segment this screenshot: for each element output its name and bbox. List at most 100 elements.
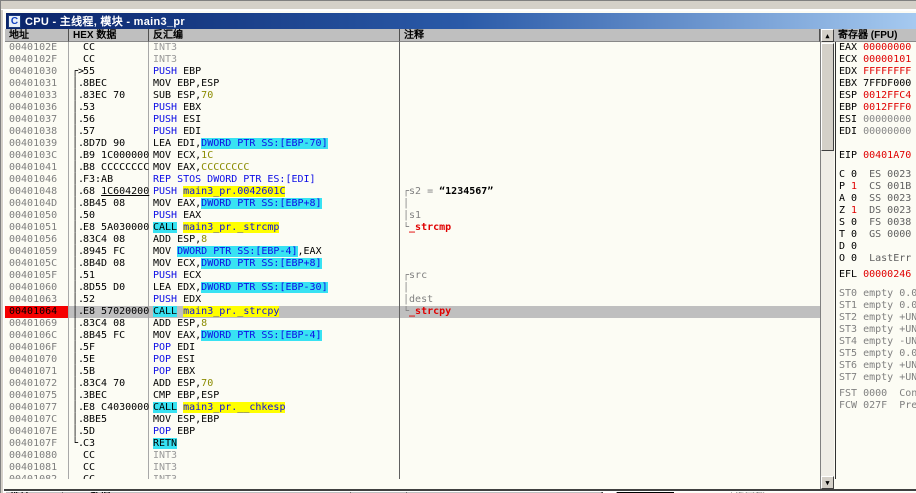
disasm-row[interactable]: 0040106C│.8B45 FCMOV EAX,DWORD PTR SS:[E… <box>5 330 820 342</box>
disasm-row[interactable]: 00401039│.8D7D 90LEA EDI,DWORD PTR SS:[E… <box>5 138 820 150</box>
disasm-row[interactable]: 00401037│.56PUSH ESI <box>5 114 820 126</box>
address-cell: 00401031 <box>5 78 69 90</box>
hex-bytes-cell: 56 <box>83 114 149 126</box>
disassembly-cell: POP ESI <box>149 354 400 366</box>
address-cell: 0040102E <box>5 42 69 54</box>
flag-row[interactable]: P 1 CS 001B 3 <box>839 181 916 193</box>
registers-header[interactable]: 寄存器 (FPU) <box>834 29 916 42</box>
fpu-control-row[interactable]: FST 0000 Cond <box>839 388 916 400</box>
register-row[interactable]: ESP 0012FFC4 <box>839 90 916 102</box>
flag-row[interactable]: D 0 <box>839 241 916 253</box>
register-row[interactable]: EBP 0012FFF0 <box>839 102 916 114</box>
hex-bytes-cell: CC <box>83 450 149 462</box>
disasm-row[interactable]: 00401030┌>55PUSH EBP <box>5 66 820 78</box>
column-header-address[interactable]: 地址 <box>5 29 69 42</box>
register-field: LastErr E <box>857 253 916 264</box>
flag-row[interactable]: S 0 FS 0038 3 <box>839 217 916 229</box>
register-row[interactable]: ESI 00000000 <box>839 114 916 126</box>
scroll-up-icon[interactable]: ▲ <box>821 29 834 42</box>
disasm-row[interactable]: 00401036│.53PUSH EBX <box>5 102 820 114</box>
disasm-row[interactable]: 00401041│.B8 CCCCCCCCMOV EAX,CCCCCCCC <box>5 162 820 174</box>
disasm-row[interactable]: 00401080CCINT3 <box>5 450 820 462</box>
disassembly-cell: PUSH EDI <box>149 126 400 138</box>
address-cell: 00401060 <box>5 282 69 294</box>
disasm-row[interactable]: 0040106F│.5FPOP EDI <box>5 342 820 354</box>
disasm-row[interactable]: 00401069│.83C4 08ADD ESP,8 <box>5 318 820 330</box>
disasm-row[interactable]: 00401072│.83C4 70ADD ESP,70 <box>5 378 820 390</box>
disasm-row[interactable]: 00401077│.E8 C4030000CALL main3_pr.__chk… <box>5 402 820 414</box>
disasm-row[interactable]: 0040104D│.8B45 08MOV EAX,DWORD PTR SS:[E… <box>5 198 820 210</box>
disasm-row[interactable]: 00401059│.8945 FCMOV DWORD PTR SS:[EBP-4… <box>5 246 820 258</box>
disasm-row[interactable]: 00401063│.52PUSH EDX│dest <box>5 294 820 306</box>
analysis-mark: │. <box>69 114 83 126</box>
hex-bytes-cell: 83C4 08 <box>83 234 149 246</box>
disasm-row[interactable]: 0040105F│.51PUSH ECX┌src <box>5 270 820 282</box>
flag-row[interactable]: C 0 ES 0023 3 <box>839 169 916 181</box>
register-field: 0012FFC4 <box>863 90 911 101</box>
disasm-row[interactable]: 00401075│.3BECCMP EBP,ESP <box>5 390 820 402</box>
fpu-register-row[interactable]: ST2 empty +UNO <box>839 312 916 324</box>
disasm-row[interactable]: 00401038│.57PUSH EDI <box>5 126 820 138</box>
disasm-row[interactable]: 0040103C│.B9 1C000000MOV ECX,1C <box>5 150 820 162</box>
register-field: DS 0023 3 <box>857 205 916 216</box>
disassembly-cell: MOV DWORD PTR SS:[EBP-4],EAX <box>149 246 400 258</box>
register-row-eip[interactable]: EIP 00401A70 m <box>839 150 916 162</box>
fpu-control-row[interactable]: FCW 027F Prec <box>839 400 916 412</box>
disasm-row[interactable]: 00401081CCINT3 <box>5 462 820 474</box>
disasm-row[interactable]: 00401064│.E8 57020000CALL main3_pr._strc… <box>5 306 820 318</box>
register-field: CS 001B 3 <box>857 181 916 192</box>
hex-bytes-cell: 8B45 08 <box>83 198 149 210</box>
register-row[interactable]: EDX FFFFFFFF <box>839 66 916 78</box>
disasm-row[interactable]: 0040102ECCINT3 <box>5 42 820 54</box>
register-row[interactable]: EDI 00000000 <box>839 126 916 138</box>
disasm-row[interactable]: 00401071│.5BPOP EBX <box>5 366 820 378</box>
fpu-register-row[interactable]: ST4 empty -UNO <box>839 336 916 348</box>
disasm-row[interactable]: 00401082CCINT3 <box>5 474 820 479</box>
fpu-register-row[interactable]: ST7 empty +UNO <box>839 372 916 384</box>
disasm-row[interactable]: 0040107E│.5DPOP EBP <box>5 426 820 438</box>
flag-row[interactable]: O 0 LastErr E <box>839 253 916 265</box>
vertical-scrollbar[interactable]: ▲ ▼ <box>820 29 834 489</box>
disasm-row[interactable]: 00401070│.5EPOP ESI <box>5 354 820 366</box>
flag-row[interactable]: T 0 GS 0000 N <box>839 229 916 241</box>
flag-row[interactable]: Z 1 DS 0023 3 <box>839 205 916 217</box>
disasm-row[interactable]: 00401031│.8BECMOV EBP,ESP <box>5 78 820 90</box>
disasm-row[interactable]: 00401048│.68 1C604200PUSH main3_pr.00426… <box>5 186 820 198</box>
register-row[interactable]: ECX 00000101 <box>839 54 916 66</box>
column-header-hex[interactable]: HEX 数据 <box>69 29 149 42</box>
disasm-row[interactable]: 0040105C│.8B4D 08MOV ECX,DWORD PTR SS:[E… <box>5 258 820 270</box>
disasm-row[interactable]: 0040102FCCINT3 <box>5 54 820 66</box>
disasm-row[interactable]: 00401051│.E8 5A030000CALL main3_pr._strc… <box>5 222 820 234</box>
cpu-window-titlebar[interactable]: C CPU - 主线程, 模块 - main3_pr <box>6 13 916 29</box>
hex-bytes-cell: B9 1C000000 <box>83 150 149 162</box>
disasm-row[interactable]: 00401046│.F3:ABREP STOS DWORD PTR ES:[ED… <box>5 174 820 186</box>
fpu-register-row[interactable]: ST5 empty 0.00 <box>839 348 916 360</box>
fpu-register-row[interactable]: ST6 empty +UNO <box>839 360 916 372</box>
column-header-comment[interactable]: 注释 <box>400 29 820 42</box>
address-cell: 0040107E <box>5 426 69 438</box>
scrollbar-thumb[interactable] <box>821 43 834 151</box>
hex-bytes-cell: 8945 FC <box>83 246 149 258</box>
flag-row[interactable]: A 0 SS 0023 3 <box>839 193 916 205</box>
hex-bytes-cell: 51 <box>83 270 149 282</box>
register-row-efl[interactable]: EFL 00000246 <box>839 269 916 281</box>
disasm-row[interactable]: 00401033│.83EC 70SUB ESP,70 <box>5 90 820 102</box>
register-row[interactable]: EAX 00000000 <box>839 42 916 54</box>
register-field: ECX <box>839 54 863 65</box>
fpu-register-row[interactable]: ST0 empty 0.0 <box>839 288 916 300</box>
analysis-mark: │. <box>69 318 83 330</box>
disasm-row[interactable]: 00401056│.83C4 08ADD ESP,8 <box>5 234 820 246</box>
disasm-row[interactable]: 00401060│.8D55 D0LEA EDX,DWORD PTR SS:[E… <box>5 282 820 294</box>
disasm-row[interactable]: 00401050│.50PUSH EAX│s1 <box>5 210 820 222</box>
fpu-register-row[interactable]: ST1 empty 0.0 <box>839 300 916 312</box>
registers-panel: EAX 00000000ECX 00000101EDX FFFFFFFFEBX … <box>835 42 916 479</box>
column-header-disasm[interactable]: 反汇编 <box>149 29 400 42</box>
hex-bytes-cell: 57 <box>83 126 149 138</box>
address-cell: 0040106C <box>5 330 69 342</box>
disasm-row[interactable]: 0040107F└.C3RETN <box>5 438 820 450</box>
hex-bytes-cell: 5F <box>83 342 149 354</box>
scroll-down-icon[interactable]: ▼ <box>821 476 834 489</box>
fpu-register-row[interactable]: ST3 empty +UNO <box>839 324 916 336</box>
register-row[interactable]: EBX 7FFDF000 <box>839 78 916 90</box>
disasm-row[interactable]: 0040107C│.8BE5MOV ESP,EBP <box>5 414 820 426</box>
